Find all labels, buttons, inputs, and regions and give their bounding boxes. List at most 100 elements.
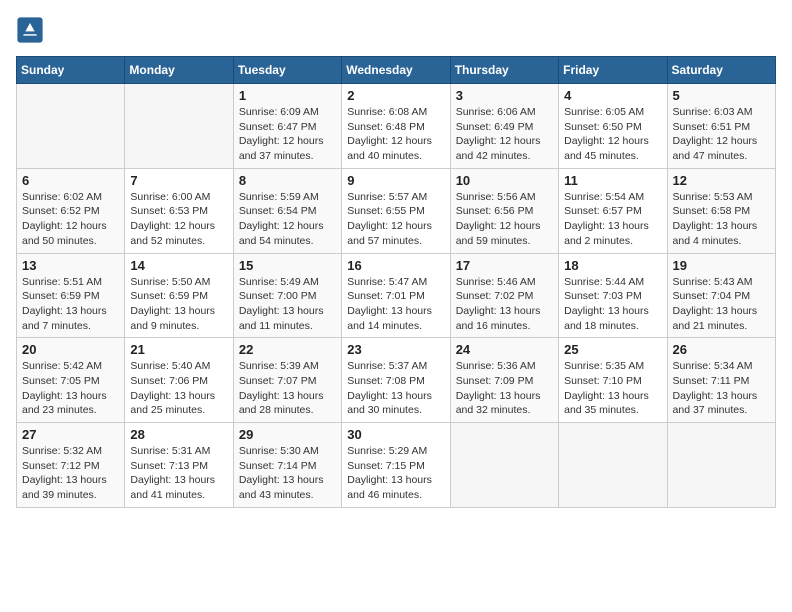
calendar-cell: 19Sunrise: 5:43 AM Sunset: 7:04 PM Dayli… <box>667 253 775 338</box>
calendar-cell <box>559 423 667 508</box>
calendar-body: 1 Sunrise: 6:09 AM Sunset: 6:47 PM Daylig… <box>17 84 776 508</box>
calendar-week-row: 13 Sunrise: 5:51 AM Sunset: 6:59 PM Dayli… <box>17 253 776 338</box>
weekday-header: Thursday <box>450 57 558 84</box>
day-number: 29 <box>239 427 336 442</box>
day-info: Sunrise: 5:46 AM Sunset: 7:02 PM Dayligh… <box>456 275 553 334</box>
logo-icon <box>16 16 44 44</box>
day-number: 10 <box>456 173 553 188</box>
day-number: 4 <box>564 88 661 103</box>
calendar-cell: 4 Sunrise: 6:05 AM Sunset: 6:50 PM Daylig… <box>559 84 667 169</box>
calendar-cell: 26 Sunrise: 5:34 AM Sunset: 7:11 PM Dayli… <box>667 338 775 423</box>
day-info: Sunrise: 6:06 AM Sunset: 6:49 PM Dayligh… <box>456 105 553 164</box>
weekday-header: Saturday <box>667 57 775 84</box>
day-number: 13 <box>22 258 119 273</box>
calendar-cell: 8 Sunrise: 5:59 AM Sunset: 6:54 PM Daylig… <box>233 168 341 253</box>
calendar-cell: 25 Sunrise: 5:35 AM Sunset: 7:10 PM Dayli… <box>559 338 667 423</box>
day-number: 18 <box>564 258 661 273</box>
day-info: Sunrise: 5:36 AM Sunset: 7:09 PM Dayligh… <box>456 359 553 418</box>
calendar-cell: 13 Sunrise: 5:51 AM Sunset: 6:59 PM Dayli… <box>17 253 125 338</box>
calendar-cell: 21 Sunrise: 5:40 AM Sunset: 7:06 PM Dayli… <box>125 338 233 423</box>
weekday-header: Wednesday <box>342 57 450 84</box>
calendar-cell: 1 Sunrise: 6:09 AM Sunset: 6:47 PM Daylig… <box>233 84 341 169</box>
calendar-week-row: 6Sunrise: 6:02 AM Sunset: 6:52 PM Daylig… <box>17 168 776 253</box>
day-number: 15 <box>239 258 336 273</box>
calendar-cell: 14Sunrise: 5:50 AM Sunset: 6:59 PM Dayli… <box>125 253 233 338</box>
day-info: Sunrise: 5:56 AM Sunset: 6:56 PM Dayligh… <box>456 190 553 249</box>
day-number: 12 <box>673 173 770 188</box>
day-info: Sunrise: 6:08 AM Sunset: 6:48 PM Dayligh… <box>347 105 444 164</box>
calendar-table: SundayMondayTuesdayWednesdayThursdayFrid… <box>16 56 776 508</box>
day-number: 25 <box>564 342 661 357</box>
calendar-cell: 7 Sunrise: 6:00 AM Sunset: 6:53 PM Daylig… <box>125 168 233 253</box>
day-info: Sunrise: 5:42 AM Sunset: 7:05 PM Dayligh… <box>22 359 119 418</box>
day-number: 26 <box>673 342 770 357</box>
calendar-cell: 27 Sunrise: 5:32 AM Sunset: 7:12 PM Dayli… <box>17 423 125 508</box>
day-info: Sunrise: 5:47 AM Sunset: 7:01 PM Dayligh… <box>347 275 444 334</box>
day-info: Sunrise: 5:53 AM Sunset: 6:58 PM Dayligh… <box>673 190 770 249</box>
day-number: 14 <box>130 258 227 273</box>
day-info: Sunrise: 5:35 AM Sunset: 7:10 PM Dayligh… <box>564 359 661 418</box>
calendar-cell: 5 Sunrise: 6:03 AM Sunset: 6:51 PM Daylig… <box>667 84 775 169</box>
calendar-cell: 11Sunrise: 5:54 AM Sunset: 6:57 PM Dayli… <box>559 168 667 253</box>
calendar-week-row: 1 Sunrise: 6:09 AM Sunset: 6:47 PM Daylig… <box>17 84 776 169</box>
day-number: 22 <box>239 342 336 357</box>
calendar-cell <box>667 423 775 508</box>
calendar-cell: 28Sunrise: 5:31 AM Sunset: 7:13 PM Dayli… <box>125 423 233 508</box>
day-info: Sunrise: 5:43 AM Sunset: 7:04 PM Dayligh… <box>673 275 770 334</box>
weekday-header: Monday <box>125 57 233 84</box>
weekday-header: Sunday <box>17 57 125 84</box>
day-info: Sunrise: 5:59 AM Sunset: 6:54 PM Dayligh… <box>239 190 336 249</box>
day-info: Sunrise: 6:09 AM Sunset: 6:47 PM Dayligh… <box>239 105 336 164</box>
day-number: 7 <box>130 173 227 188</box>
day-number: 21 <box>130 342 227 357</box>
day-number: 11 <box>564 173 661 188</box>
calendar-cell: 15Sunrise: 5:49 AM Sunset: 7:00 PM Dayli… <box>233 253 341 338</box>
day-number: 3 <box>456 88 553 103</box>
day-number: 24 <box>456 342 553 357</box>
day-info: Sunrise: 5:29 AM Sunset: 7:15 PM Dayligh… <box>347 444 444 503</box>
day-info: Sunrise: 5:40 AM Sunset: 7:06 PM Dayligh… <box>130 359 227 418</box>
calendar-cell: 22 Sunrise: 5:39 AM Sunset: 7:07 PM Dayli… <box>233 338 341 423</box>
day-info: Sunrise: 5:51 AM Sunset: 6:59 PM Dayligh… <box>22 275 119 334</box>
calendar-cell: 12 Sunrise: 5:53 AM Sunset: 6:58 PM Dayli… <box>667 168 775 253</box>
day-info: Sunrise: 6:00 AM Sunset: 6:53 PM Dayligh… <box>130 190 227 249</box>
calendar-cell: 10 Sunrise: 5:56 AM Sunset: 6:56 PM Dayli… <box>450 168 558 253</box>
day-number: 1 <box>239 88 336 103</box>
logo <box>16 16 48 44</box>
calendar-cell: 29 Sunrise: 5:30 AM Sunset: 7:14 PM Dayli… <box>233 423 341 508</box>
day-info: Sunrise: 5:39 AM Sunset: 7:07 PM Dayligh… <box>239 359 336 418</box>
weekday-header: Friday <box>559 57 667 84</box>
weekday-header: Tuesday <box>233 57 341 84</box>
calendar-cell: 16Sunrise: 5:47 AM Sunset: 7:01 PM Dayli… <box>342 253 450 338</box>
day-info: Sunrise: 6:05 AM Sunset: 6:50 PM Dayligh… <box>564 105 661 164</box>
calendar-cell: 23 Sunrise: 5:37 AM Sunset: 7:08 PM Dayli… <box>342 338 450 423</box>
day-info: Sunrise: 5:34 AM Sunset: 7:11 PM Dayligh… <box>673 359 770 418</box>
calendar-cell: 6Sunrise: 6:02 AM Sunset: 6:52 PM Daylig… <box>17 168 125 253</box>
day-info: Sunrise: 6:03 AM Sunset: 6:51 PM Dayligh… <box>673 105 770 164</box>
day-number: 5 <box>673 88 770 103</box>
day-number: 30 <box>347 427 444 442</box>
day-info: Sunrise: 5:32 AM Sunset: 7:12 PM Dayligh… <box>22 444 119 503</box>
calendar-cell: 9 Sunrise: 5:57 AM Sunset: 6:55 PM Daylig… <box>342 168 450 253</box>
calendar-week-row: 20 Sunrise: 5:42 AM Sunset: 7:05 PM Dayli… <box>17 338 776 423</box>
day-number: 20 <box>22 342 119 357</box>
calendar-cell: 18 Sunrise: 5:44 AM Sunset: 7:03 PM Dayli… <box>559 253 667 338</box>
day-number: 28 <box>130 427 227 442</box>
calendar-header: SundayMondayTuesdayWednesdayThursdayFrid… <box>17 57 776 84</box>
calendar-cell: 17 Sunrise: 5:46 AM Sunset: 7:02 PM Dayli… <box>450 253 558 338</box>
calendar-cell: 3 Sunrise: 6:06 AM Sunset: 6:49 PM Daylig… <box>450 84 558 169</box>
calendar-cell <box>450 423 558 508</box>
day-number: 17 <box>456 258 553 273</box>
day-number: 23 <box>347 342 444 357</box>
day-info: Sunrise: 5:37 AM Sunset: 7:08 PM Dayligh… <box>347 359 444 418</box>
day-number: 2 <box>347 88 444 103</box>
day-info: Sunrise: 5:44 AM Sunset: 7:03 PM Dayligh… <box>564 275 661 334</box>
day-info: Sunrise: 5:57 AM Sunset: 6:55 PM Dayligh… <box>347 190 444 249</box>
calendar-cell: 30 Sunrise: 5:29 AM Sunset: 7:15 PM Dayli… <box>342 423 450 508</box>
day-number: 27 <box>22 427 119 442</box>
calendar-week-row: 27 Sunrise: 5:32 AM Sunset: 7:12 PM Dayli… <box>17 423 776 508</box>
day-number: 8 <box>239 173 336 188</box>
day-info: Sunrise: 5:30 AM Sunset: 7:14 PM Dayligh… <box>239 444 336 503</box>
day-number: 9 <box>347 173 444 188</box>
calendar-cell: 24 Sunrise: 5:36 AM Sunset: 7:09 PM Dayli… <box>450 338 558 423</box>
